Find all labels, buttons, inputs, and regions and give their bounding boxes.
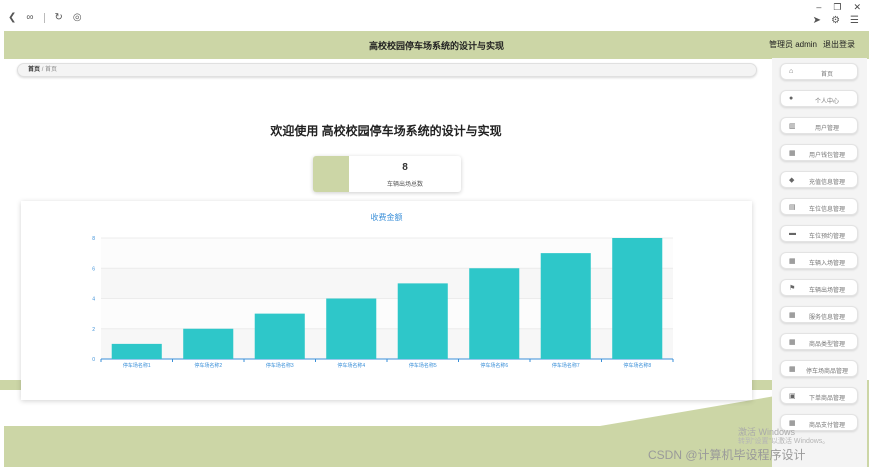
- sidebar-item[interactable]: ▦ 用户钱包管理: [780, 144, 858, 161]
- sidebar-item-label: 首页: [820, 72, 833, 78]
- bar: [326, 298, 377, 359]
- grid-icon: ▦: [789, 339, 796, 346]
- breadcrumb: 首页 / 首页: [17, 63, 757, 77]
- y-tick-label: 6: [92, 266, 95, 272]
- bar: [469, 268, 520, 359]
- sidebar-item-label: 个人中心: [814, 99, 839, 105]
- sidebar-item-label: 商品类型管理: [808, 342, 845, 348]
- minimize-icon[interactable]: –: [816, 2, 821, 13]
- sidebar-item-label: 商品支付管理: [808, 423, 845, 429]
- x-tick-label: 停车场名称7: [552, 362, 580, 369]
- windows-activation-hint: 转到"设置"以激活 Windows。: [738, 438, 830, 445]
- stat-card: 8 车辆出场总数: [313, 156, 461, 192]
- sidebar-item-label: 车辆入场管理: [808, 261, 845, 267]
- sidebar-item[interactable]: ● 个人中心: [780, 90, 858, 107]
- sidebar-item-label: 用户管理: [814, 126, 839, 132]
- bar-chart-icon: ▥: [789, 123, 796, 130]
- bar: [397, 283, 448, 359]
- doc-icon: ▣: [789, 393, 796, 400]
- sidebar-item[interactable]: ▣ 下单商品管理: [780, 387, 858, 404]
- y-tick-label: 0: [92, 357, 95, 363]
- x-tick-label: 停车场名称2: [194, 362, 222, 369]
- sidebar-item-label: 车位预约管理: [808, 234, 845, 240]
- x-tick-label: 停车场名称8: [623, 362, 651, 369]
- x-tick-label: 停车场名称6: [480, 362, 508, 369]
- y-tick-label: 4: [92, 297, 95, 303]
- window-controls: – ❐ ✕: [816, 2, 861, 13]
- sidebar-item-label: 充值信息管理: [808, 180, 845, 186]
- chart-card: 收费金额 0 2 4 6 8 停车场名称1 停车场名称2 停车场名称3 停车场名称4 停车场名称5…: [21, 201, 752, 400]
- person-icon: ●: [789, 95, 794, 102]
- x-tick-label: 停车场名称5: [409, 362, 437, 369]
- sidebar-item[interactable]: ▦ 车辆入场管理: [780, 252, 858, 269]
- flag-icon: ⚑: [789, 285, 796, 292]
- app-header: 高校校园停车场系统的设计与实现 管理员 admin 退出登录: [4, 31, 869, 59]
- logout-link[interactable]: 退出登录: [823, 39, 855, 50]
- sidebar-item[interactable]: ⚑ 车辆出场管理: [780, 279, 858, 296]
- user-label: 管理员 admin: [768, 40, 817, 49]
- sidebar-menu: ⌂ 首页 ● 个人中心 ▥ 用户管理 ▦ 用户钱包管理 ◆ 充值信息管理 ▤ 车位信息管理 ▬ 车位预约管…: [772, 58, 867, 467]
- app-title: 高校校园停车场系统的设计与实现: [368, 41, 504, 51]
- browser-nav: ❮ ∞ ↻ ◎: [8, 12, 82, 23]
- grid-icon: ▦: [789, 312, 796, 319]
- globe-icon[interactable]: ◎: [73, 12, 82, 23]
- csdn-watermark: CSDN @计算机毕设程序设计: [648, 448, 806, 462]
- welcome-heading: 欢迎使用 高校校园停车场系统的设计与实现: [270, 124, 502, 138]
- bar: [183, 328, 234, 359]
- y-tick-label: 8: [92, 236, 95, 242]
- breadcrumb-current: 首页: [45, 67, 58, 73]
- sidebar-item[interactable]: ▥ 用户管理: [780, 117, 858, 134]
- share-icon[interactable]: ➤: [813, 15, 821, 26]
- sidebar-item[interactable]: ◆ 充值信息管理: [780, 171, 858, 188]
- bar: [111, 343, 162, 359]
- stat-color-block: [313, 156, 349, 192]
- pin-icon: ◆: [789, 177, 795, 184]
- sidebar-item-label: 停车场商品管理: [805, 369, 848, 375]
- home-icon: ⌂: [789, 68, 794, 75]
- y-tick-label: 2: [92, 327, 95, 333]
- back-icon[interactable]: ❮: [8, 12, 16, 23]
- grid-icon: ▦: [789, 366, 796, 373]
- bar: [612, 238, 663, 359]
- grid-icon: ▦: [789, 150, 796, 157]
- sidebar-item[interactable]: ▦ 停车场商品管理: [780, 360, 858, 377]
- stat-caption: 车辆出场总数: [386, 182, 423, 188]
- list-icon: ▤: [789, 204, 796, 211]
- x-tick-label: 停车场名称1: [123, 362, 151, 369]
- restore-icon[interactable]: ❐: [833, 2, 841, 13]
- sidebar-item[interactable]: ▤ 车位信息管理: [780, 198, 858, 215]
- sidebar-item[interactable]: ⌂ 首页: [780, 63, 858, 80]
- sidebar-item-label: 车位信息管理: [808, 207, 845, 213]
- x-tick-label: 停车场名称4: [337, 362, 365, 369]
- divider: [43, 12, 45, 23]
- sidebar-item[interactable]: ▬ 车位预约管理: [780, 225, 858, 242]
- user-area: 管理员 admin 退出登录: [769, 39, 855, 50]
- browser-toolbar: ❮ ∞ ↻ ◎ – ❐ ✕ ➤ ⚙ ☰: [0, 0, 869, 31]
- building-icon: ▬: [789, 230, 796, 237]
- sidebar-item-label: 车辆出场管理: [808, 288, 845, 294]
- sidebar-item-label: 服务信息管理: [808, 315, 845, 321]
- link-icon[interactable]: ∞: [26, 12, 33, 23]
- grid-icon: ▦: [789, 258, 796, 265]
- bar: [254, 313, 305, 359]
- x-tick-label: 停车场名称3: [266, 362, 294, 369]
- sidebar-item[interactable]: ▦ 商品类型管理: [780, 333, 858, 350]
- reload-icon[interactable]: ↻: [55, 12, 63, 23]
- close-icon[interactable]: ✕: [853, 2, 861, 13]
- extension-icon[interactable]: ⚙: [831, 15, 840, 26]
- menu-icon[interactable]: ☰: [850, 15, 859, 26]
- sidebar-item-label: 用户钱包管理: [808, 153, 845, 159]
- breadcrumb-home[interactable]: 首页: [28, 67, 40, 73]
- stat-value: 8: [402, 162, 408, 173]
- sidebar-item-label: 下单商品管理: [808, 396, 845, 402]
- bar-chart: 0 2 4 6 8 停车场名称1 停车场名称2 停车场名称3 停车场名称4 停车场名称5 停车场名称…: [92, 236, 674, 369]
- bar: [540, 253, 591, 359]
- browser-tools: ➤ ⚙ ☰: [813, 15, 859, 26]
- sidebar-item[interactable]: ▦ 服务信息管理: [780, 306, 858, 323]
